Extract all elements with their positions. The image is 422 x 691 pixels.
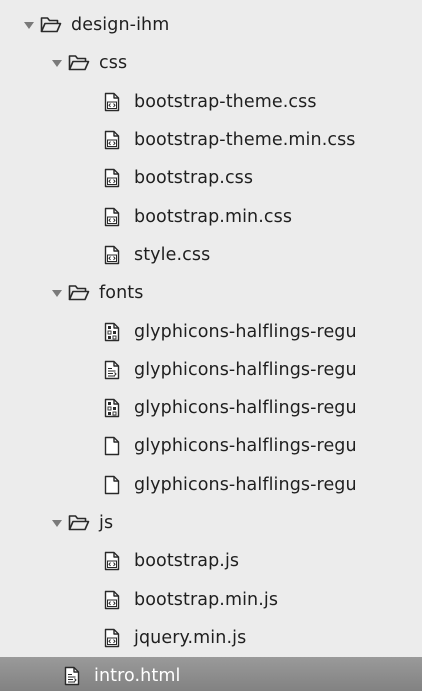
file-label: intro.html bbox=[94, 666, 181, 687]
expanded-arrow-icon[interactable] bbox=[22, 18, 36, 32]
file-item[interactable]: bootstrap-theme.min.css bbox=[0, 121, 422, 159]
file-label: style.css bbox=[134, 244, 211, 265]
code-file-icon bbox=[104, 551, 120, 571]
text-file-icon bbox=[104, 360, 120, 380]
code-file-icon bbox=[104, 628, 120, 648]
file-item-selected[interactable]: intro.html bbox=[0, 657, 422, 691]
folder-label: js bbox=[99, 513, 114, 533]
file-label: glyphicons-halflings-regu bbox=[134, 359, 357, 380]
code-file-icon bbox=[104, 207, 120, 227]
file-label: bootstrap.js bbox=[134, 551, 240, 572]
file-label: glyphicons-halflings-regu bbox=[134, 398, 357, 419]
file-item[interactable]: glyphicons-halflings-regu bbox=[0, 427, 422, 465]
file-label: bootstrap.min.css bbox=[134, 206, 293, 227]
file-tree: design-ihm css bootstrap-theme.css boots… bbox=[0, 0, 422, 691]
folder-css[interactable]: css bbox=[0, 44, 422, 82]
folder-design-ihm[interactable]: design-ihm bbox=[0, 6, 422, 44]
blank-file-icon bbox=[104, 436, 120, 456]
code-file-icon bbox=[104, 245, 120, 265]
file-label: jquery.min.js bbox=[134, 627, 247, 648]
file-label: bootstrap-theme.css bbox=[134, 91, 317, 112]
binary-file-icon bbox=[104, 322, 120, 342]
binary-file-icon bbox=[104, 398, 120, 418]
code-file-icon bbox=[104, 590, 120, 610]
file-label: bootstrap.min.js bbox=[134, 589, 279, 610]
file-item[interactable]: style.css bbox=[0, 236, 422, 274]
folder-open-icon bbox=[68, 54, 90, 72]
folder-open-icon bbox=[68, 514, 90, 532]
file-item[interactable]: glyphicons-halflings-regu bbox=[0, 312, 422, 350]
expanded-arrow-icon[interactable] bbox=[50, 56, 64, 70]
file-item[interactable]: glyphicons-halflings-regu bbox=[0, 389, 422, 427]
file-label: glyphicons-halflings-regu bbox=[134, 321, 357, 342]
code-file-icon bbox=[104, 92, 120, 112]
file-item[interactable]: glyphicons-halflings-regu bbox=[0, 466, 422, 504]
file-item[interactable]: bootstrap.min.css bbox=[0, 197, 422, 235]
folder-js[interactable]: js bbox=[0, 504, 422, 542]
file-item[interactable]: jquery.min.js bbox=[0, 619, 422, 657]
file-item[interactable]: bootstrap.js bbox=[0, 542, 422, 580]
folder-fonts[interactable]: fonts bbox=[0, 274, 422, 312]
file-item[interactable]: bootstrap-theme.css bbox=[0, 83, 422, 121]
file-label: glyphicons-halflings-regu bbox=[134, 436, 357, 457]
expanded-arrow-icon[interactable] bbox=[50, 516, 64, 530]
file-label: glyphicons-halflings-regu bbox=[134, 474, 357, 495]
folder-label: design-ihm bbox=[71, 15, 170, 36]
file-label: bootstrap-theme.min.css bbox=[134, 130, 356, 151]
folder-label: fonts bbox=[99, 283, 144, 304]
file-label: bootstrap.css bbox=[134, 168, 254, 189]
file-item[interactable]: bootstrap.css bbox=[0, 159, 422, 197]
text-file-icon bbox=[64, 666, 80, 686]
folder-label: css bbox=[99, 53, 128, 74]
code-file-icon bbox=[104, 130, 120, 150]
file-item[interactable]: bootstrap.min.js bbox=[0, 580, 422, 618]
folder-open-icon bbox=[40, 16, 62, 34]
file-item[interactable]: glyphicons-halflings-regu bbox=[0, 351, 422, 389]
expanded-arrow-icon[interactable] bbox=[50, 286, 64, 300]
code-file-icon bbox=[104, 168, 120, 188]
folder-open-icon bbox=[68, 284, 90, 302]
blank-file-icon bbox=[104, 475, 120, 495]
